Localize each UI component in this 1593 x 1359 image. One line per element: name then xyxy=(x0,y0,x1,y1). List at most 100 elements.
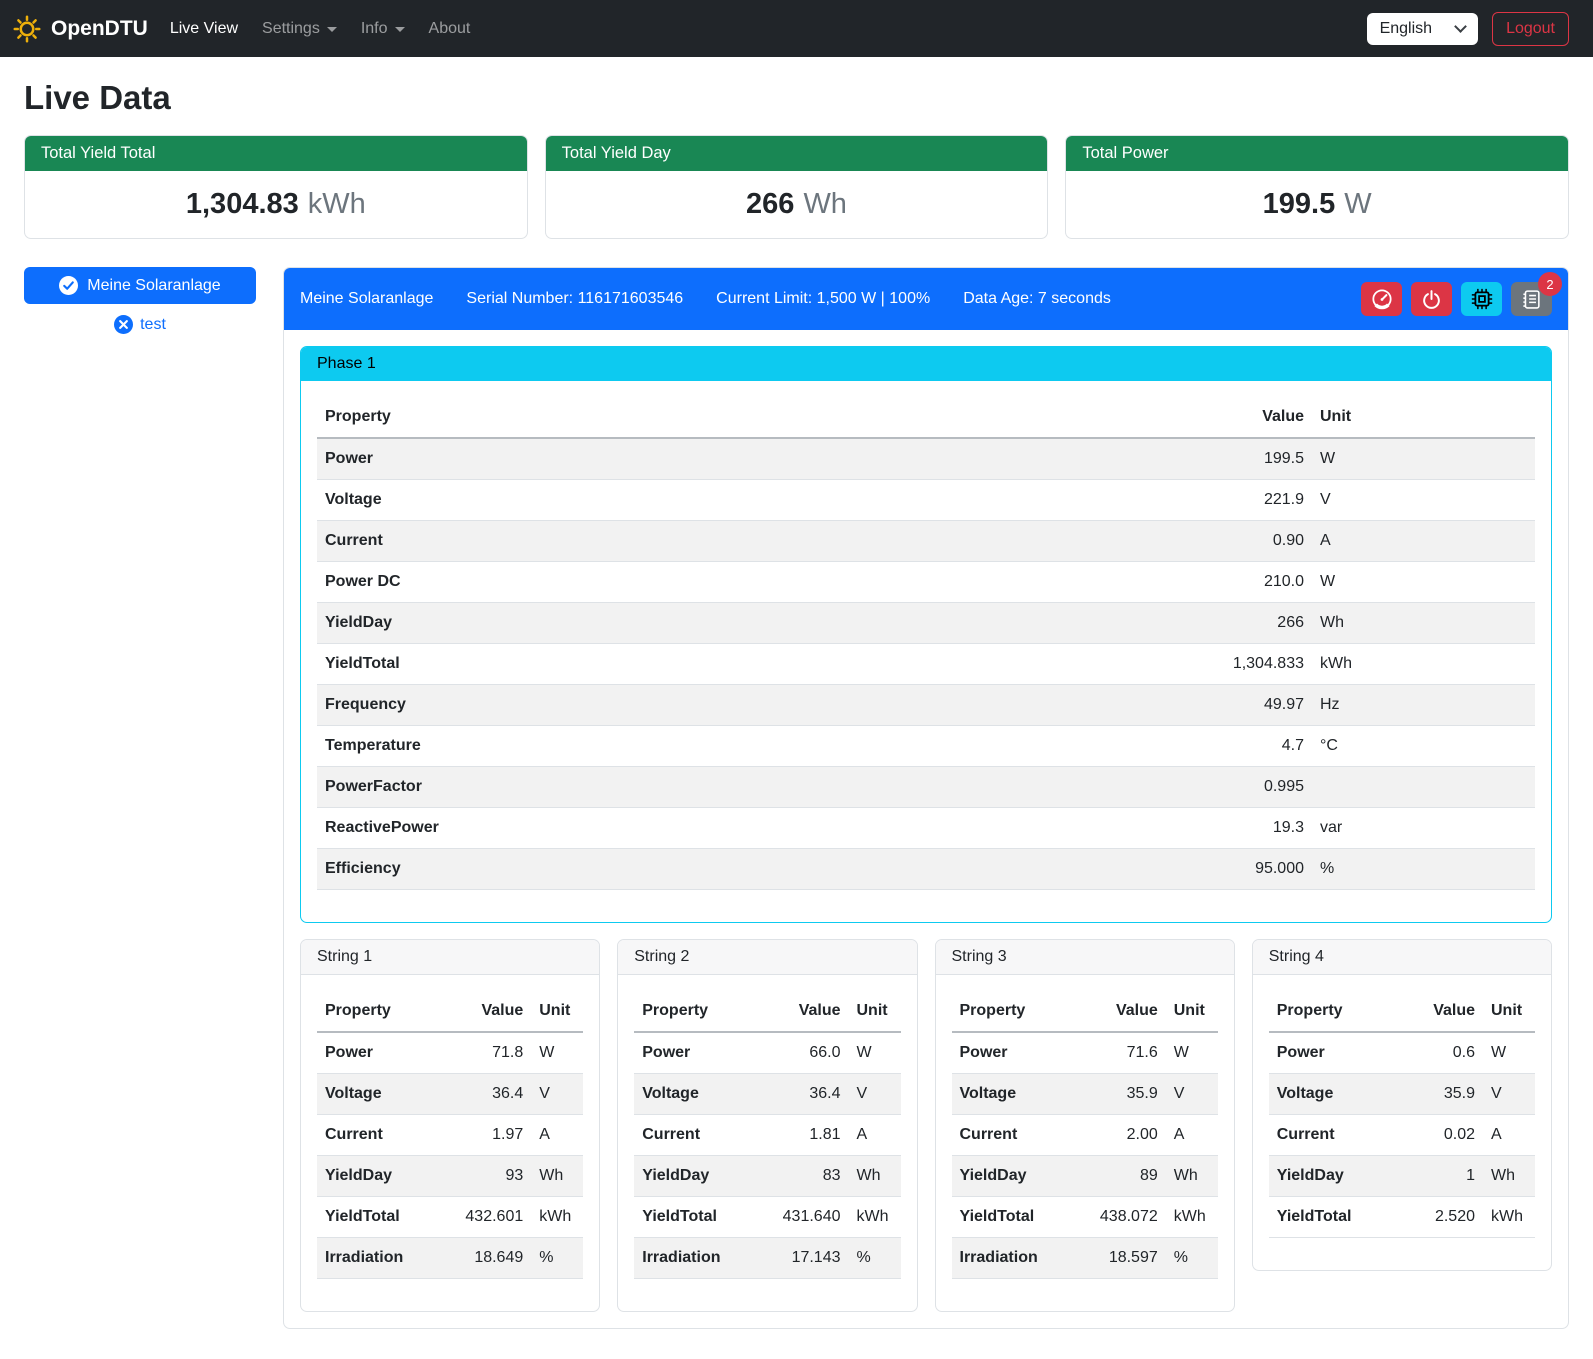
nav-item-live-view[interactable]: Live View xyxy=(158,12,250,46)
property-cell: Efficiency xyxy=(317,849,1182,890)
table-row: YieldTotal431.640kWh xyxy=(634,1197,900,1238)
table-row: Irradiation18.649% xyxy=(317,1238,583,1279)
table-row: Current0.02A xyxy=(1269,1115,1535,1156)
unit-cell: °C xyxy=(1312,726,1535,767)
unit-cell: V xyxy=(849,1074,901,1115)
table-row: Voltage36.4V xyxy=(317,1074,583,1115)
limit-settings-button[interactable] xyxy=(1361,282,1402,316)
table-row: Current1.81A xyxy=(634,1115,900,1156)
table-header-row: Property Value Unit xyxy=(1269,991,1535,1032)
column-property: Property xyxy=(952,991,1071,1032)
column-unit: Unit xyxy=(1166,991,1218,1032)
unit: kWh xyxy=(308,188,366,220)
table-row: YieldTotal1,304.833kWh xyxy=(317,644,1535,685)
value-cell: 83 xyxy=(754,1156,849,1197)
value-cell: 1,304.833 xyxy=(1182,644,1312,685)
table-row: Current0.90A xyxy=(317,521,1535,562)
card-header: Total Power xyxy=(1066,136,1568,171)
value-cell: 4.7 xyxy=(1182,726,1312,767)
property-cell: YieldTotal xyxy=(317,1197,436,1238)
unit-cell: V xyxy=(1166,1074,1218,1115)
unit-cell: V xyxy=(1483,1074,1535,1115)
table-row: YieldDay93Wh xyxy=(317,1156,583,1197)
property-cell: Voltage xyxy=(634,1074,753,1115)
nav-item-about[interactable]: About xyxy=(417,12,483,46)
page-title: Live Data xyxy=(24,79,1569,117)
table-row: Power71.6W xyxy=(952,1032,1218,1074)
value-cell: 35.9 xyxy=(1071,1074,1166,1115)
unit-cell: W xyxy=(1312,562,1535,603)
phase-body: Property Value Unit Power199.5WVoltage22… xyxy=(301,381,1551,922)
value: 1,304.83 xyxy=(186,188,299,220)
logout-button[interactable]: Logout xyxy=(1492,12,1569,46)
serial-number: Serial Number: 116171603546 xyxy=(466,290,683,308)
language-value: English xyxy=(1380,20,1432,38)
property-cell: Power xyxy=(634,1032,753,1074)
current-limit: Current Limit: 1,500 W | 100% xyxy=(716,290,930,308)
unit-cell: W xyxy=(849,1032,901,1074)
unit-cell: A xyxy=(849,1115,901,1156)
sidebar-item-meine-solaranlage[interactable]: Meine Solaranlage xyxy=(24,267,256,304)
unit-cell: W xyxy=(1312,438,1535,480)
property-cell: Power DC xyxy=(317,562,1182,603)
table-row: Irradiation18.597% xyxy=(952,1238,1218,1279)
property-cell: YieldDay xyxy=(952,1156,1071,1197)
value-cell: 49.97 xyxy=(1182,685,1312,726)
column-unit: Unit xyxy=(1483,991,1535,1032)
string-table: Property Value Unit Power71.8WVoltage36.… xyxy=(317,991,583,1279)
property-cell: YieldTotal xyxy=(634,1197,753,1238)
table-row: Voltage36.4V xyxy=(634,1074,900,1115)
nav-item-info[interactable]: Info xyxy=(349,12,417,46)
total-yield-total-card: Total Yield Total 1,304.83kWh xyxy=(24,135,528,239)
value-cell: 71.6 xyxy=(1071,1032,1166,1074)
inverter-sidebar: Meine Solaranlage test xyxy=(24,267,256,334)
property-cell: ReactivePower xyxy=(317,808,1182,849)
table-row: YieldDay266Wh xyxy=(317,603,1535,644)
inverter-label: test xyxy=(140,316,166,334)
chevron-down-icon xyxy=(1454,20,1467,33)
property-cell: YieldDay xyxy=(317,603,1182,644)
phase-table: Property Value Unit Power199.5WVoltage22… xyxy=(317,397,1535,890)
property-cell: Current xyxy=(317,1115,436,1156)
total-yield-day-card: Total Yield Day 266Wh xyxy=(545,135,1049,239)
table-row: Power199.5W xyxy=(317,438,1535,480)
power-button[interactable] xyxy=(1411,282,1452,316)
inverter-card-header: Meine Solaranlage Serial Number: 1161716… xyxy=(284,268,1568,330)
property-cell: Irradiation xyxy=(952,1238,1071,1279)
column-value: Value xyxy=(1182,397,1312,438)
event-log-button[interactable]: 2 xyxy=(1511,282,1552,316)
column-property: Property xyxy=(317,991,436,1032)
table-row: PowerFactor0.995 xyxy=(317,767,1535,808)
unit-cell: Wh xyxy=(849,1156,901,1197)
property-cell: Temperature xyxy=(317,726,1182,767)
inverter-actions: 2 xyxy=(1361,282,1552,316)
property-cell: Irradiation xyxy=(634,1238,753,1279)
unit: W xyxy=(1344,188,1371,220)
table-header-row: Property Value Unit xyxy=(317,991,583,1032)
column-unit: Unit xyxy=(849,991,901,1032)
device-info-button[interactable] xyxy=(1461,282,1502,316)
value-cell: 95.000 xyxy=(1182,849,1312,890)
value: 266 xyxy=(746,188,794,220)
navbar-right: English Logout xyxy=(1367,12,1569,46)
value-cell: 1.81 xyxy=(754,1115,849,1156)
sidebar-item-test[interactable]: test xyxy=(24,315,256,334)
table-row: Voltage35.9V xyxy=(952,1074,1218,1115)
language-select[interactable]: English xyxy=(1367,13,1478,45)
table-row: Temperature4.7°C xyxy=(317,726,1535,767)
value-cell: 266 xyxy=(1182,603,1312,644)
unit-cell: V xyxy=(531,1074,583,1115)
value-cell: 2.00 xyxy=(1071,1115,1166,1156)
value-cell: 0.995 xyxy=(1182,767,1312,808)
table-row: Power71.8W xyxy=(317,1032,583,1074)
property-cell: YieldTotal xyxy=(952,1197,1071,1238)
table-row: YieldDay83Wh xyxy=(634,1156,900,1197)
brand[interactable]: OpenDTU xyxy=(12,14,148,44)
table-header-row: Property Value Unit xyxy=(634,991,900,1032)
property-cell: Voltage xyxy=(317,480,1182,521)
nav-item-settings[interactable]: Settings xyxy=(250,12,349,46)
unit-cell: % xyxy=(849,1238,901,1279)
string-card-1: String 1 Property Value Unit xyxy=(300,939,600,1312)
value-cell: 35.9 xyxy=(1388,1074,1483,1115)
property-cell: Current xyxy=(1269,1115,1388,1156)
